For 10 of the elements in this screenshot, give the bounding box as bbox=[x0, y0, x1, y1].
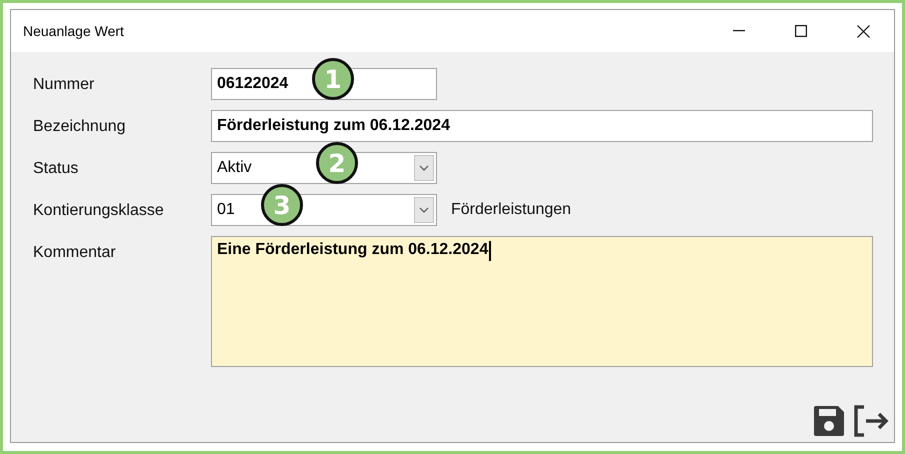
field-label: Status bbox=[33, 159, 78, 178]
numbered-callout-tooltip: 2 bbox=[316, 142, 358, 184]
field-label: Nummer bbox=[33, 75, 94, 94]
window-title: Neuanlage Wert bbox=[23, 23, 125, 39]
numbered-callout-tooltip: 3 bbox=[261, 184, 303, 226]
field-label: Kommentar bbox=[33, 243, 116, 262]
field-label: Bezeichnung bbox=[33, 117, 126, 136]
field-label: Kontierungsklasse bbox=[33, 201, 164, 220]
field-description: Förderleistungen bbox=[451, 201, 572, 219]
numbered-callout-tooltip: 1 bbox=[312, 58, 354, 100]
